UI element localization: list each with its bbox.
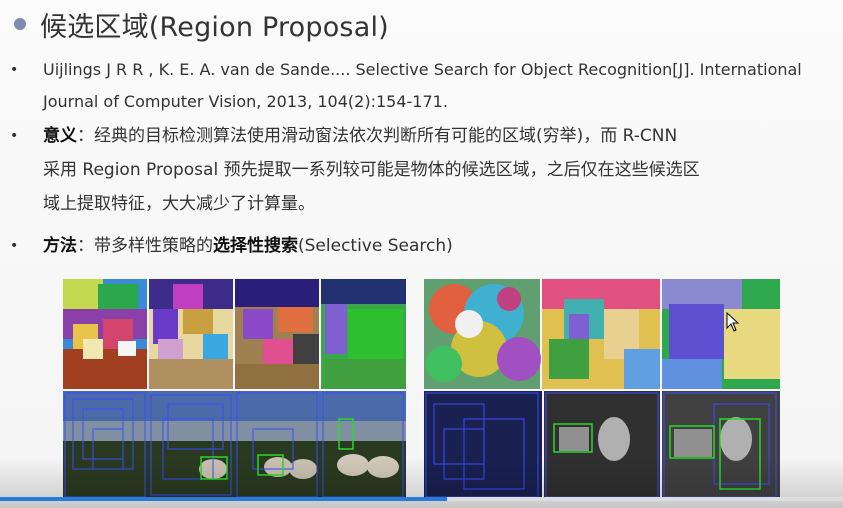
title-row: 候选区域(Region Proposal): [14, 4, 389, 44]
meaning-line-3: 域上提取特征，大大减少了计算量。: [43, 194, 315, 214]
meaning-label: 意义: [43, 126, 77, 146]
mouse-pointer-icon: [726, 311, 740, 336]
segmentation-scale-1: [63, 279, 147, 389]
bullet-dot: •: [10, 128, 19, 144]
segmentation-coarse: [662, 279, 780, 389]
segmentation-scale-4: [321, 279, 406, 389]
method-label: 方法: [43, 236, 77, 256]
meaning-line-2: 采用 Region Proposal 预先提取一系列较可能是物体的候选区域，之后…: [43, 160, 700, 180]
segmentation-fine: [424, 279, 541, 389]
segmentation-scale-3: [235, 279, 319, 389]
title-bullet-icon: [14, 18, 26, 30]
meaning-line-1: ：经典的目标检测算法使用滑动窗法依次判断所有可能的区域(穷举)，而 R-CNN: [77, 126, 678, 146]
segmentation-medium: [542, 279, 660, 389]
method-tail: (Selective Search): [298, 236, 453, 256]
bullet-dot: •: [10, 62, 19, 78]
method-text: ：带多样性策略的: [77, 236, 213, 256]
slide: 候选区域(Region Proposal) • Uijlings J R R ,…: [0, 0, 843, 508]
video-progress-bar[interactable]: [0, 497, 843, 501]
segmentation-scale-2: [149, 279, 233, 389]
reference-line-2: Journal of Computer Vision, 2013, 104(2)…: [43, 92, 448, 111]
method-bold: 选择性搜索: [213, 236, 298, 256]
reference-line-1: Uijlings J R R , K. E. A. van de Sande..…: [43, 60, 802, 79]
page-title: 候选区域(Region Proposal): [40, 11, 389, 43]
bullet-dot: •: [10, 238, 19, 254]
video-progress-fill: [0, 497, 447, 501]
